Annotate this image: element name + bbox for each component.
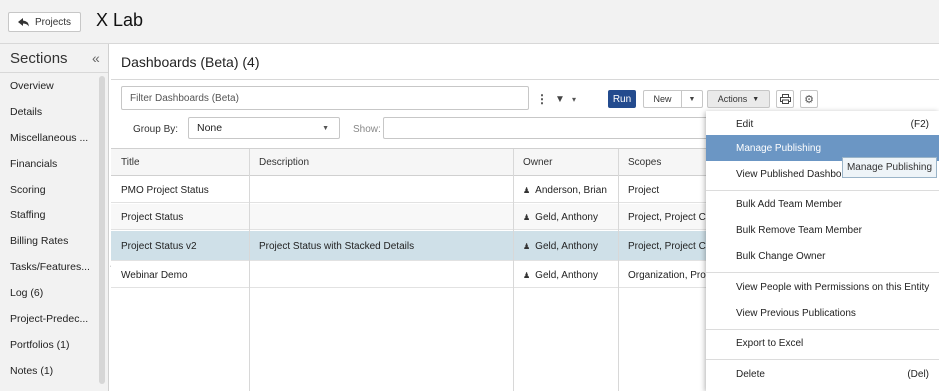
sidebar-item-tasks-features[interactable]: Tasks/Features...	[10, 254, 98, 280]
gear-icon: ⚙	[804, 93, 814, 106]
column-divider	[618, 149, 619, 391]
cell-title: PMO Project Status	[121, 184, 209, 196]
sidebar-item-financials[interactable]: Financials	[10, 151, 98, 177]
person-icon: ♟	[523, 241, 531, 251]
sidebar-item-billing-rates[interactable]: Billing Rates	[10, 228, 98, 254]
cell-description	[249, 262, 513, 288]
menu-item-bulk-change-owner[interactable]: Bulk Change Owner	[706, 243, 939, 269]
menu-item-label: Edit	[736, 118, 754, 130]
cell-description	[249, 177, 513, 203]
column-divider	[249, 149, 250, 391]
owner-name: Geld, Anthony	[535, 269, 598, 281]
print-button[interactable]	[776, 90, 794, 108]
sidebar-item-details[interactable]: Details	[10, 99, 98, 125]
menu-item-bulk-add-team-member[interactable]: Bulk Add Team Member	[706, 191, 939, 217]
cell-owner: ♟ Geld, Anthony	[513, 262, 618, 288]
cell-scopes: Organization, Pro	[628, 269, 706, 281]
sidebar-item-log[interactable]: Log (6)	[10, 280, 98, 306]
column-divider	[513, 149, 514, 391]
sidebar-item-notes[interactable]: Notes (1)	[10, 358, 98, 384]
run-button[interactable]: Run	[608, 90, 636, 108]
sidebar-item-project-predecessors[interactable]: Project-Predec...	[10, 306, 98, 332]
chevron-down-icon: ▼	[322, 124, 329, 132]
chevron-down-icon: ▼	[752, 95, 760, 103]
cell-scopes: Project, Project C	[628, 211, 706, 223]
top-bar: Projects X Lab	[0, 0, 939, 44]
panel-title: Dashboards (Beta) (4)	[121, 54, 260, 70]
menu-item-edit[interactable]: Edit (F2)	[706, 111, 939, 137]
actions-button[interactable]: Actions ▼	[707, 90, 770, 108]
group-by-label: Group By:	[133, 124, 179, 135]
cell-description: Project Status with Stacked Details	[259, 240, 415, 252]
cell-description	[249, 204, 513, 230]
menu-item-delete[interactable]: Delete (Del)	[706, 361, 939, 387]
menu-separator	[706, 272, 939, 273]
chevron-down-icon[interactable]: ▼	[682, 96, 702, 103]
menu-item-view-previous-publications[interactable]: View Previous Publications	[706, 300, 939, 326]
owner-name: Anderson, Brian	[535, 184, 607, 196]
cell-owner: ♟ Anderson, Brian	[513, 177, 618, 203]
menu-item-export-to-excel[interactable]: Export to Excel	[706, 330, 939, 356]
sidebar-item-miscellaneous[interactable]: Miscellaneous ...	[10, 125, 98, 151]
menu-item-label: Delete	[736, 368, 765, 380]
person-icon: ♟	[523, 185, 531, 195]
sidebar-item-staffing[interactable]: Staffing	[10, 202, 98, 228]
sidebar-scrollbar[interactable]	[99, 76, 105, 384]
new-button-label[interactable]: New	[644, 91, 682, 107]
sidebar-item-scoring[interactable]: Scoring	[10, 177, 98, 203]
sidebar-item-overview[interactable]: Overview	[10, 73, 98, 99]
person-icon: ♟	[523, 270, 531, 280]
cell-title: Project Status	[121, 211, 184, 223]
cell-owner: ♟ Geld, Anthony	[513, 231, 618, 261]
menu-item-bulk-remove-team-member[interactable]: Bulk Remove Team Member	[706, 217, 939, 243]
cell-title: Webinar Demo	[121, 269, 188, 281]
kebab-icon[interactable]: ⋮	[536, 92, 548, 106]
show-filter-input[interactable]	[383, 117, 713, 139]
group-by-select[interactable]: None ▼	[188, 117, 340, 139]
collapse-sidebar-icon[interactable]: «	[92, 50, 100, 66]
menu-item-view-people-with-permissions[interactable]: View People with Permissions on this Ent…	[706, 274, 939, 300]
filter-caret-icon[interactable]: ▾	[572, 95, 576, 104]
group-by-value: None	[197, 122, 223, 134]
new-button[interactable]: New ▼	[643, 90, 703, 108]
cell-scopes: Project	[628, 184, 660, 196]
settings-button[interactable]: ⚙	[800, 90, 818, 108]
column-header-description[interactable]: Description	[249, 149, 513, 176]
sidebar-list: Overview Details Miscellaneous ... Finan…	[0, 73, 108, 384]
owner-name: Geld, Anthony	[535, 240, 598, 252]
back-button-label: Projects	[34, 16, 72, 28]
menu-separator	[706, 359, 939, 360]
actions-button-label: Actions	[717, 94, 748, 104]
show-label: Show:	[353, 124, 381, 135]
person-icon: ♟	[523, 212, 531, 222]
divider	[111, 79, 939, 80]
owner-name: Geld, Anthony	[535, 211, 598, 223]
cell-title: Project Status v2	[121, 240, 197, 252]
sidebar-item-portfolios[interactable]: Portfolios (1)	[10, 332, 98, 358]
cell-scopes: Project, Project C	[628, 240, 706, 252]
print-icon	[779, 94, 791, 104]
actions-dropdown-menu: Edit (F2) Manage Publishing View Publishe…	[706, 111, 939, 391]
cell-owner: ♟ Geld, Anthony	[513, 204, 618, 230]
menu-item-shortcut: (Del)	[907, 368, 929, 380]
column-header-title[interactable]: Title	[111, 149, 249, 176]
back-to-projects-button[interactable]: Projects	[8, 12, 81, 32]
sections-sidebar: Sections « Overview Details Miscellaneou…	[0, 44, 109, 391]
filter-dashboards-input[interactable]	[121, 86, 529, 110]
back-arrow-icon	[17, 17, 29, 26]
column-header-owner[interactable]: Owner	[513, 149, 618, 176]
tooltip: Manage Publishing	[842, 157, 937, 178]
menu-item-shortcut: (F2)	[910, 118, 929, 130]
filter-icon[interactable]: ▼	[555, 94, 565, 105]
app-title: X Lab	[96, 10, 144, 30]
